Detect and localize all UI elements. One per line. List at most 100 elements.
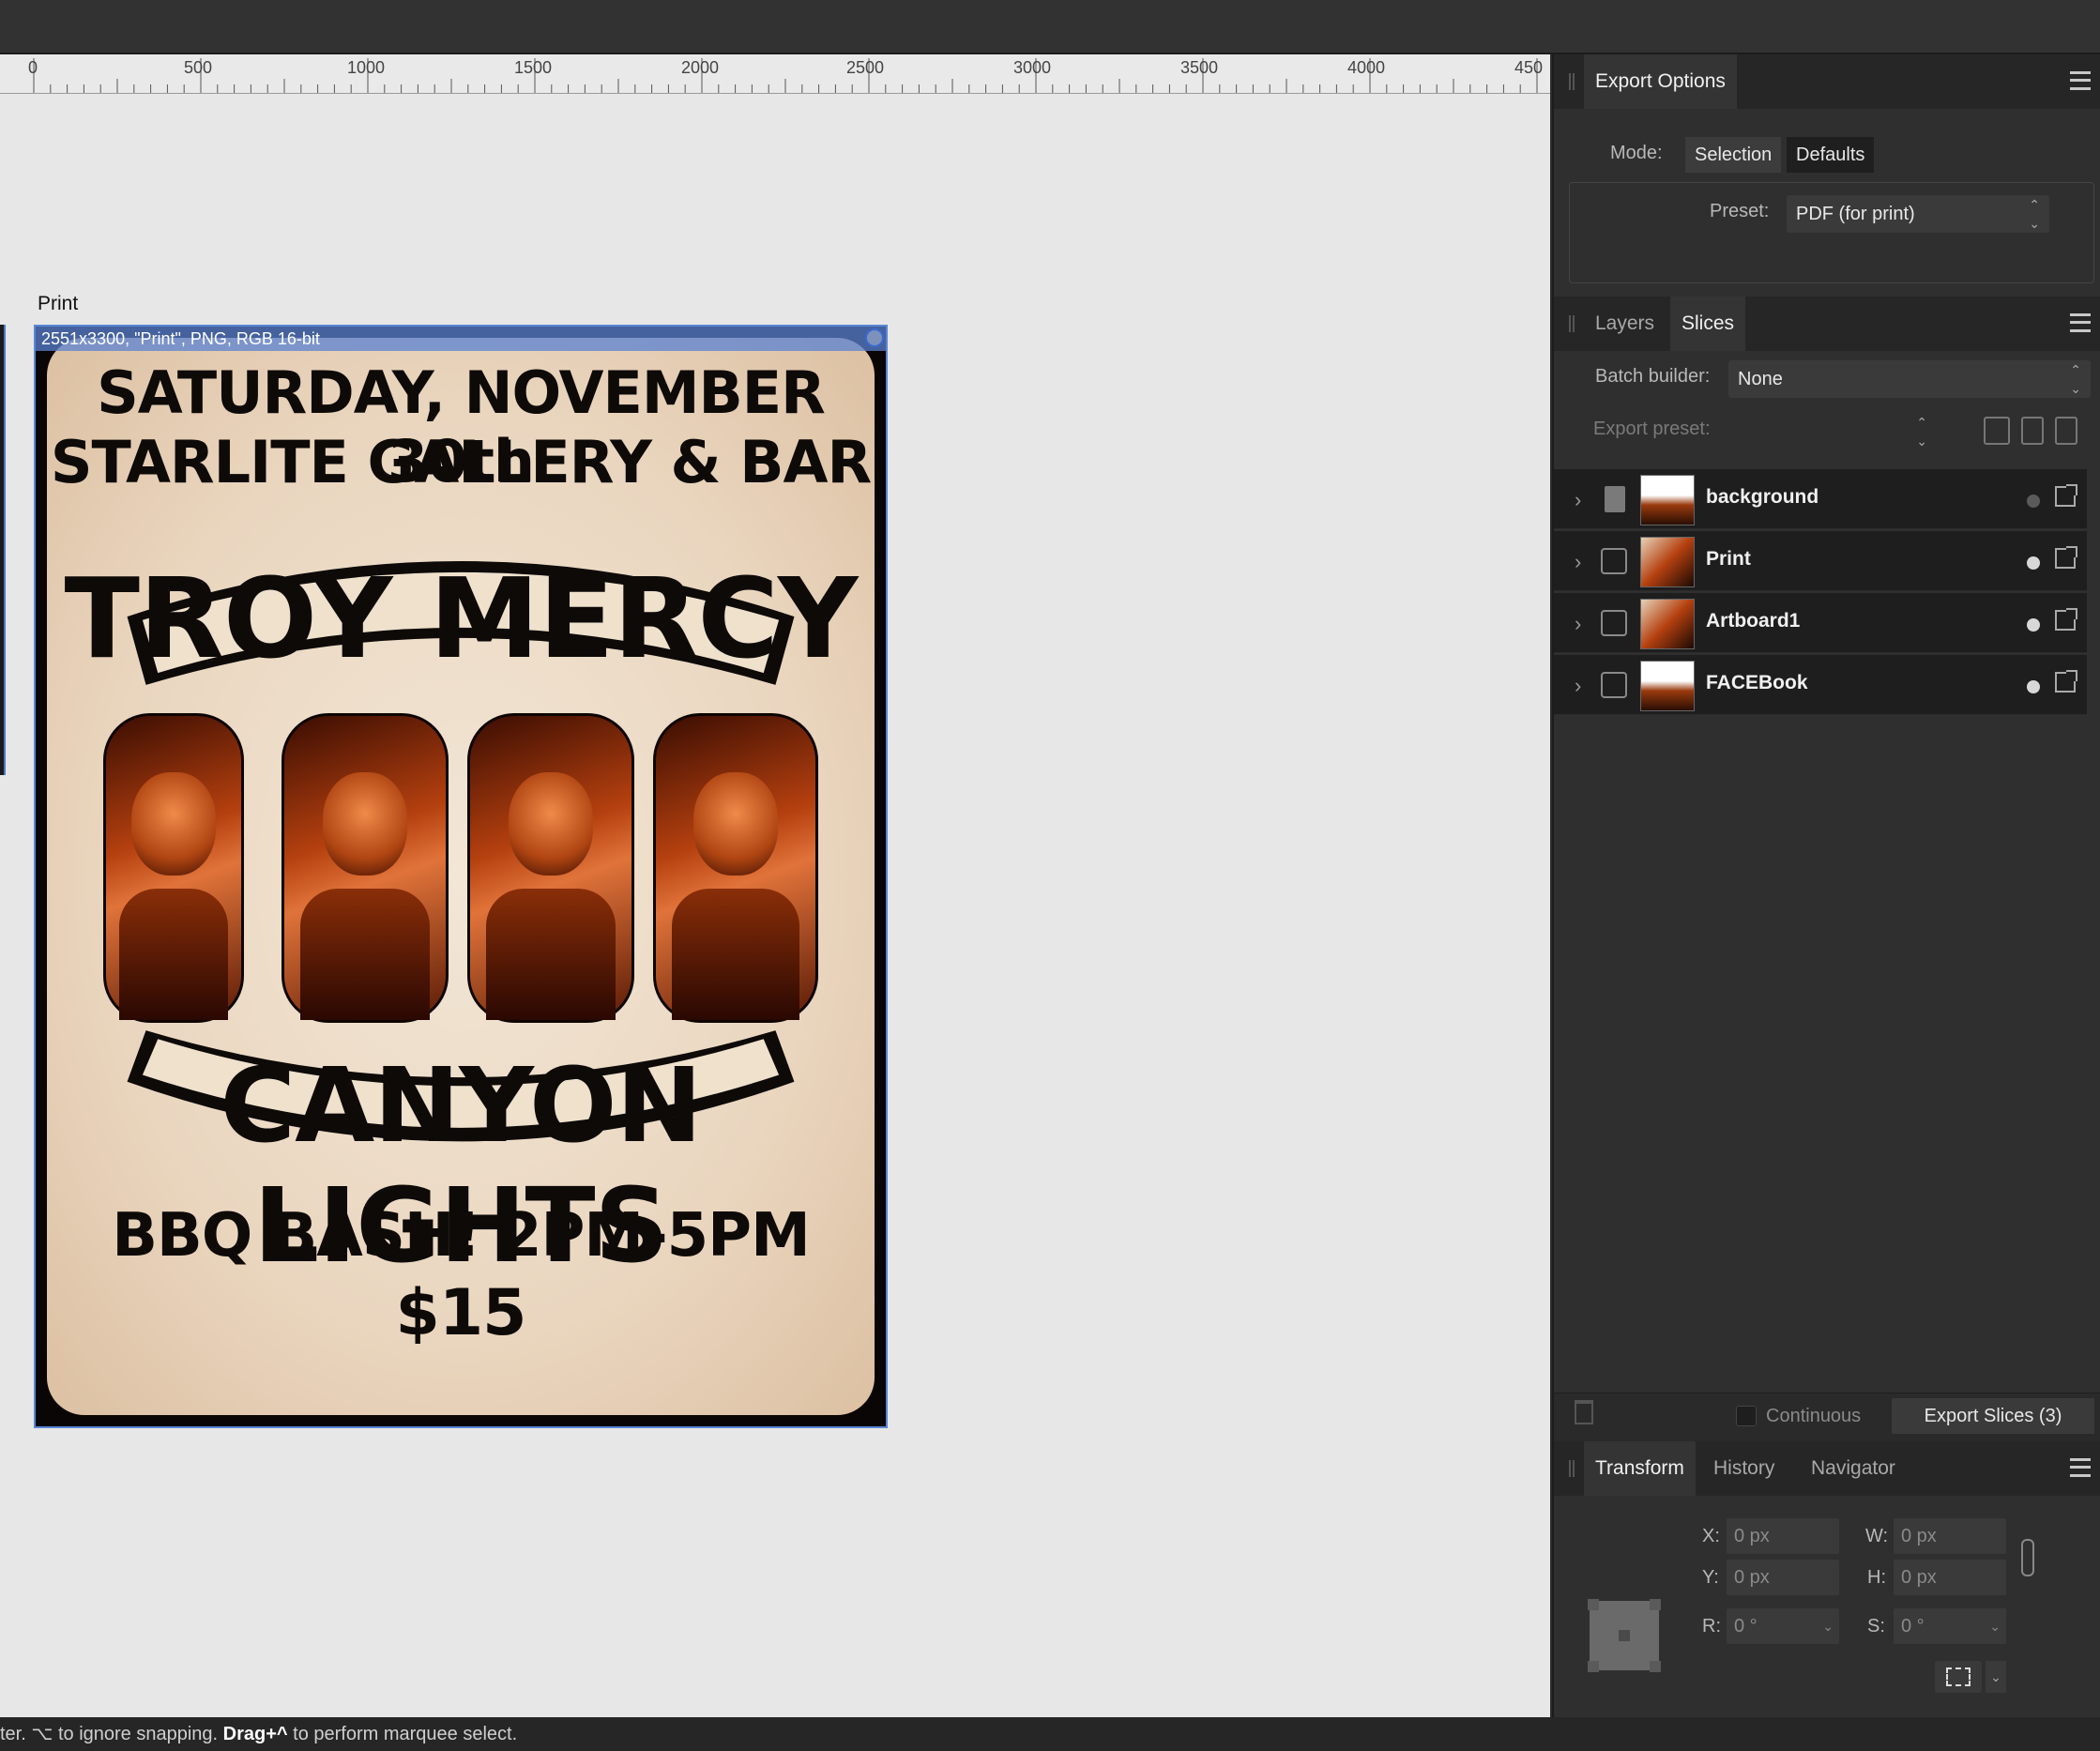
document-canvas[interactable]: Print SATURDAY, NOVEMBER 30th STARLITE G… [0, 94, 1550, 1717]
export-toggle-dot[interactable] [2027, 556, 2040, 570]
status-bold: Drag+^ [222, 1724, 288, 1744]
anchor-point-selector[interactable] [1588, 1599, 1661, 1672]
adjacent-artboard-edge[interactable] [0, 325, 6, 775]
chevron-right-icon[interactable]: › [1575, 612, 1581, 636]
w-field[interactable]: 0 px [1894, 1518, 2006, 1554]
transform-mode-button[interactable] [1935, 1661, 1982, 1693]
ruler-label: 2000 [681, 58, 720, 77]
slice-row-background[interactable]: › background [1554, 469, 2087, 529]
r-field[interactable]: 0 ° ⌄ [1727, 1608, 1839, 1644]
slice-row-artboard1[interactable]: › Artboard1 [1554, 593, 2087, 653]
tab-transform[interactable]: Transform [1584, 1441, 1696, 1496]
h-field[interactable]: 0 px [1894, 1560, 2006, 1595]
s-value: 0 ° [1901, 1616, 1925, 1637]
slice-info-label: 2551x3300, "Print", PNG, RGB 16-bit [36, 327, 886, 351]
lock-aspect-icon[interactable] [2021, 1539, 2034, 1576]
ruler-ticks [33, 58, 1538, 93]
ruler-label: 0 [28, 58, 38, 77]
slices-tabbar: Layers Slices [1554, 297, 2100, 351]
s-field[interactable]: 0 ° ⌄ [1894, 1608, 2006, 1644]
copy-preset-icon[interactable] [1984, 417, 2010, 445]
export-options-tabbar: Export Options [1554, 54, 2100, 109]
tab-navigator[interactable]: Navigator [1800, 1441, 1907, 1496]
horizontal-ruler[interactable]: 0 500 1000 1500 2000 2500 3000 3500 4000… [0, 54, 1550, 94]
status-text-end: to perform marquee select. [287, 1724, 518, 1744]
trash-icon[interactable] [1575, 1400, 1593, 1424]
paste-preset-icon[interactable] [2021, 417, 2044, 445]
s-label: S: [1867, 1616, 1885, 1637]
panel-grip-icon[interactable] [1569, 1460, 1575, 1477]
h-label: H: [1867, 1567, 1886, 1588]
chevron-down-icon[interactable]: ⌄ [1986, 1661, 2006, 1693]
slice-name: Artboard1 [1706, 610, 1801, 632]
chevron-updown-icon: ⌃ ⌄ [2029, 197, 2040, 231]
export-slice-icon[interactable] [2055, 546, 2077, 569]
ruler-label: 450 [1514, 58, 1544, 77]
poster-price: $15 [395, 1276, 527, 1350]
tab-layers[interactable]: Layers [1584, 297, 1666, 351]
right-panel: Export Options Mode: Selection Defaults … [1552, 54, 2100, 1717]
artboard-title[interactable]: Print [38, 293, 78, 315]
slice-row-facebook[interactable]: › FACEBook [1554, 655, 2087, 715]
y-field[interactable]: 0 px [1727, 1560, 1839, 1595]
artboard-icon [1601, 672, 1627, 698]
top-toolbar [0, 0, 2100, 54]
tab-history[interactable]: History [1702, 1441, 1786, 1496]
poster-artwork: SATURDAY, NOVEMBER 30th STARLITE GALLERY… [47, 338, 875, 1415]
export-slices-button[interactable]: Export Slices (3) [1892, 1398, 2094, 1434]
artboard-icon [1601, 548, 1627, 574]
band-photos [103, 713, 818, 1032]
ruler-label: 4000 [1347, 58, 1386, 77]
r-value: 0 ° [1734, 1616, 1758, 1637]
band-photo [467, 713, 634, 1023]
export-toggle-dot[interactable] [2027, 680, 2040, 693]
band-photo [653, 713, 818, 1023]
chevron-right-icon[interactable]: › [1575, 488, 1581, 512]
mode-selection-button[interactable]: Selection [1685, 137, 1782, 173]
slice-thumbnail [1640, 475, 1695, 525]
slice-thumbnail [1640, 537, 1695, 587]
ruler-label: 1000 [347, 58, 386, 77]
slice-thumbnail [1640, 661, 1695, 711]
x-label: X: [1702, 1526, 1720, 1546]
ruler-label: 3000 [1013, 58, 1052, 77]
tab-slices[interactable]: Slices [1670, 297, 1746, 351]
artboard-print[interactable]: SATURDAY, NOVEMBER 30th STARLITE GALLERY… [34, 325, 888, 1428]
export-toggle-dot[interactable] [2027, 495, 2040, 508]
panel-grip-icon[interactable] [1569, 315, 1575, 332]
w-label: W: [1865, 1526, 1889, 1546]
export-preset-label: Export preset: [1593, 419, 1711, 439]
slice-row-print[interactable]: › Print [1554, 531, 2087, 591]
panel-menu-icon[interactable] [2070, 71, 2091, 90]
tab-export-options[interactable]: Export Options [1584, 54, 1737, 109]
export-slice-icon[interactable] [2055, 608, 2077, 631]
panel-grip-icon[interactable] [1569, 73, 1575, 90]
chevron-updown-icon: ⌃ ⌄ [1916, 415, 1927, 449]
chevron-down-icon[interactable]: ⌄ [1989, 1608, 2001, 1644]
ruler-label: 500 [184, 58, 213, 77]
x-field[interactable]: 0 px [1727, 1518, 1839, 1554]
preset-select[interactable]: PDF (for print) ⌃ ⌄ [1787, 195, 2049, 233]
export-preset-select[interactable]: ⌃ ⌄ [1728, 413, 1937, 450]
continuous-checkbox[interactable] [1736, 1406, 1757, 1426]
mode-defaults-button[interactable]: Defaults [1787, 137, 1875, 173]
band-photo [282, 713, 449, 1023]
r-label: R: [1702, 1616, 1721, 1637]
status-text: ter. ⌥ to ignore snapping. [0, 1724, 223, 1744]
chevron-down-icon[interactable]: ⌄ [1822, 1608, 1834, 1644]
batch-builder-select[interactable]: None ⌃ ⌄ [1728, 360, 2091, 398]
continuous-label: Continuous [1766, 1406, 1862, 1426]
export-slice-icon[interactable] [2055, 484, 2077, 507]
batch-builder-value: None [1738, 369, 1783, 389]
ruler-label: 2500 [846, 58, 885, 77]
export-slice-icon[interactable] [2055, 670, 2077, 693]
panel-menu-icon[interactable] [2070, 1458, 2091, 1477]
chevron-right-icon[interactable]: › [1575, 550, 1581, 574]
slice-name: background [1706, 486, 1819, 508]
preset-settings-icon[interactable] [2055, 417, 2077, 445]
panel-menu-icon[interactable] [2070, 313, 2091, 332]
chevron-right-icon[interactable]: › [1575, 674, 1581, 698]
mode-label: Mode: [1610, 143, 1663, 163]
export-toggle-dot[interactable] [2027, 618, 2040, 632]
slice-handle[interactable] [865, 328, 884, 347]
